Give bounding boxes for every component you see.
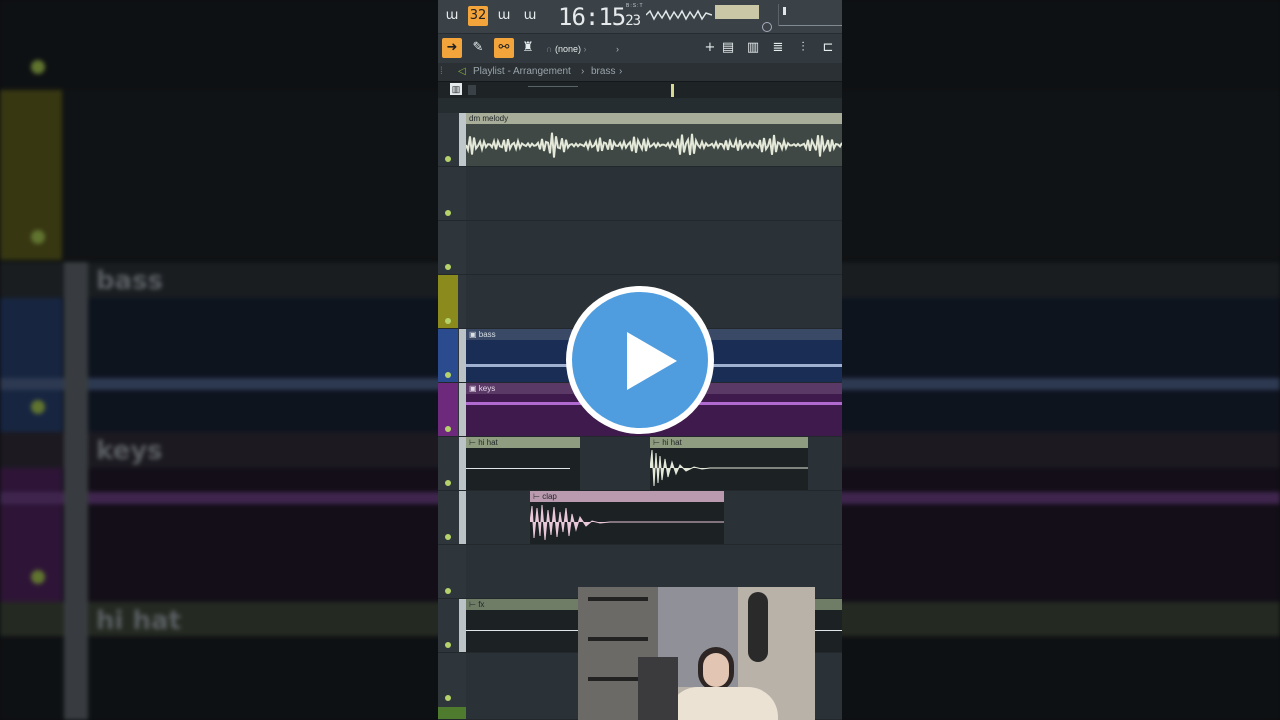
clip-label: clap	[542, 492, 557, 501]
webcam-overlay	[578, 587, 815, 720]
playhead-marker[interactable]	[671, 84, 674, 97]
mute-led[interactable]	[445, 642, 451, 648]
pattern-song-icon[interactable]: ɯ	[442, 6, 462, 26]
mute-led[interactable]	[445, 588, 451, 594]
mute-led[interactable]	[445, 480, 451, 486]
ruler-spacer	[438, 98, 842, 113]
mute-led[interactable]	[445, 318, 451, 324]
track-row[interactable]: dm melody	[438, 113, 842, 167]
bg-label-bass: bass	[96, 266, 164, 296]
arrow-right-icon[interactable]: ➜	[442, 38, 462, 58]
track-row[interactable]: ⊢ clap	[438, 491, 842, 545]
mute-led[interactable]	[445, 264, 451, 270]
clip-label: hi hat	[478, 438, 498, 447]
track-row[interactable]	[438, 221, 842, 275]
metronome-icon[interactable]: 32	[468, 6, 488, 26]
mute-led[interactable]	[445, 426, 451, 432]
breadcrumb-arrow: ›	[619, 66, 623, 77]
clock-main: 16:15	[558, 3, 626, 31]
audio-clip[interactable]: ⊢ clap	[530, 491, 724, 544]
breadcrumb: ⁞ ◁ Playlist - Arrangement › brass ›	[438, 63, 842, 81]
link-icon[interactable]: ⚯	[494, 38, 514, 58]
add-pattern-icon[interactable]: +	[700, 38, 720, 58]
playlist-icon: ◁	[458, 66, 466, 77]
clock-sub: 23	[625, 13, 641, 29]
stamp-icon[interactable]: ♜	[518, 38, 538, 58]
bg-label-keys: keys	[96, 436, 163, 466]
timeline-ruler[interactable]: ▥	[438, 81, 842, 99]
snap-value: (none)	[554, 44, 581, 54]
menu-handle-icon[interactable]: ⁞	[440, 63, 443, 81]
step-edit-icon[interactable]: ɯ	[494, 6, 514, 26]
draw-tool-icon[interactable]: ✎	[468, 38, 488, 58]
mute-led[interactable]	[445, 156, 451, 162]
clip-label: keys	[478, 384, 496, 393]
volume-knob[interactable]	[778, 4, 842, 26]
play-icon	[627, 332, 677, 390]
waveform	[650, 449, 808, 487]
record-mode-icon[interactable]: ɯ	[520, 6, 540, 26]
pattern-prev-icon[interactable]: ›	[616, 44, 619, 54]
clip-label: fx	[478, 600, 485, 609]
oscilloscope-icon	[646, 9, 712, 21]
channel-rack-icon[interactable]: ▥	[743, 38, 763, 58]
breadcrumb-pattern[interactable]: brass	[591, 63, 615, 81]
clip-label: bass	[478, 330, 496, 339]
track-row[interactable]: ⊢ hi hat ⊢ hi hat	[438, 437, 842, 491]
bg-label-hihat: hi hat	[96, 606, 181, 636]
transport-toolbar: ɯ 32 ɯ ɯ 16:1523 B:S:T	[438, 0, 842, 33]
track-row[interactable]	[438, 167, 842, 221]
audio-clip[interactable]: dm melody	[466, 113, 842, 166]
settings-icon[interactable]	[762, 22, 772, 32]
cpu-meter	[715, 5, 759, 19]
beat-value: 32	[469, 8, 487, 23]
snap-select[interactable]: ∩ (none) ›	[546, 44, 587, 54]
mute-led[interactable]	[445, 372, 451, 378]
waveform	[466, 132, 842, 158]
clip-label: hi hat	[662, 438, 682, 447]
video-play-button[interactable]	[566, 286, 714, 434]
browser-icon[interactable]: ≣	[768, 38, 788, 58]
waveform	[530, 504, 724, 541]
breadcrumb-window[interactable]: Playlist - Arrangement	[473, 63, 571, 81]
mute-led[interactable]	[445, 695, 451, 701]
plugin-icon[interactable]: ⊏	[818, 38, 838, 58]
breadcrumb-separator: ›	[581, 66, 585, 77]
piano-roll-icon[interactable]: ▤	[718, 38, 738, 58]
audio-clip[interactable]: ⊢ hi hat	[466, 437, 580, 490]
clock-mode-label: B:S:T	[626, 3, 644, 9]
clip-label: dm melody	[469, 114, 509, 123]
mute-led[interactable]	[445, 534, 451, 540]
playlist-toolbar: ➜ ✎ ⚯ ♜ ∩ (none) › › brass + ▤ ▥ ≣ ⫶ ⊏	[438, 33, 842, 89]
audio-clip[interactable]: ⊢ hi hat	[650, 437, 808, 490]
piano-icon[interactable]: ▥	[450, 83, 462, 95]
mute-led[interactable]	[445, 210, 451, 216]
mixer-icon[interactable]: ⫶	[793, 38, 813, 58]
